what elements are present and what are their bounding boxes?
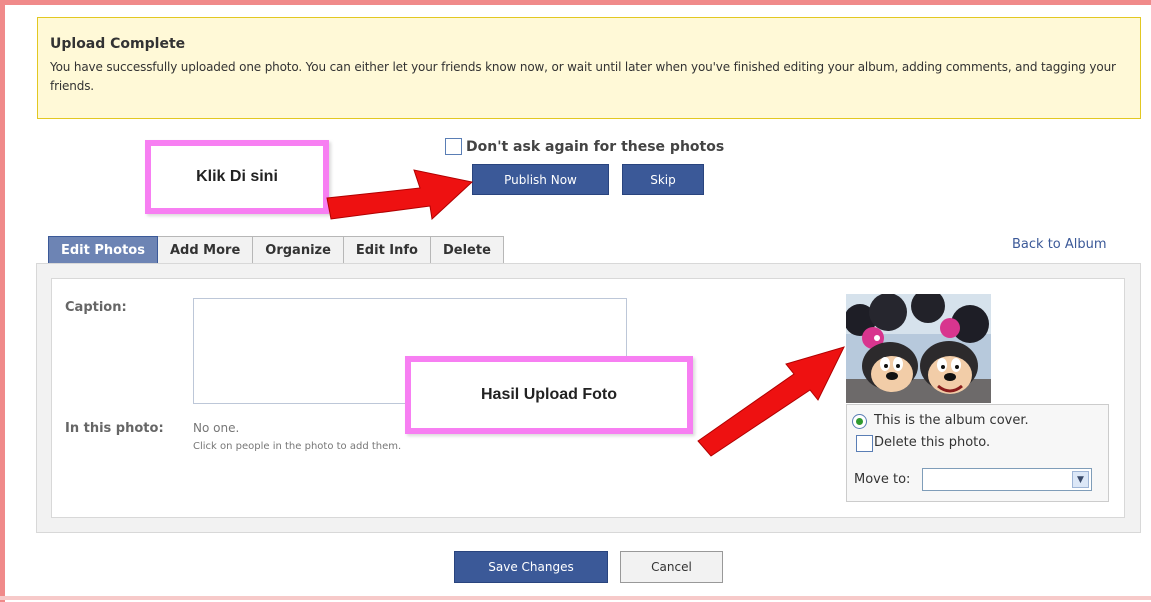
upload-result-callout: Hasil Upload Foto (405, 356, 693, 434)
click-here-callout-text: Klik Di sini (196, 168, 278, 185)
tab-organize[interactable]: Organize (253, 236, 344, 264)
notice-title: Upload Complete (50, 36, 186, 52)
dont-ask-again-option[interactable]: Don't ask again for these photos (445, 138, 724, 155)
move-to-select[interactable]: ▼ (922, 468, 1092, 491)
publish-now-button[interactable]: Publish Now (472, 164, 609, 195)
chevron-down-icon[interactable]: ▼ (1072, 471, 1089, 488)
tab-delete[interactable]: Delete (430, 236, 504, 264)
radio-selected-dot (856, 418, 863, 425)
move-to-label: Move to: (854, 472, 911, 487)
minnie-mouse-photo (846, 294, 991, 403)
album-cover-label: This is the album cover. (874, 413, 1029, 428)
save-changes-button[interactable]: Save Changes (454, 551, 608, 583)
arrow-to-publish-icon (326, 169, 474, 221)
upload-result-callout-text: Hasil Upload Foto (481, 386, 617, 403)
delete-photo-checkbox[interactable] (856, 435, 873, 452)
tab-edit-info[interactable]: Edit Info (343, 236, 431, 264)
album-cover-radio[interactable] (852, 414, 867, 429)
dont-ask-checkbox[interactable] (445, 138, 462, 155)
delete-photo-label: Delete this photo. (874, 435, 991, 450)
skip-button[interactable]: Skip (622, 164, 704, 195)
window-frame-top (0, 0, 1151, 5)
tab-edit-photos[interactable]: Edit Photos (48, 236, 158, 264)
tag-hint: Click on people in the photo to add them… (193, 441, 402, 452)
dont-ask-label: Don't ask again for these photos (466, 138, 725, 155)
click-here-callout: Klik Di sini (145, 140, 329, 214)
window-frame-bottom (0, 596, 1151, 600)
cancel-button[interactable]: Cancel (620, 551, 723, 583)
back-to-album-link[interactable]: Back to Album (1012, 237, 1107, 252)
edit-tabs: Edit Photos Add More Organize Edit Info … (48, 236, 504, 264)
upload-complete-notice: Upload Complete You have successfully up… (37, 17, 1141, 119)
in-this-photo-value: No one. (193, 421, 240, 435)
notice-body: You have successfully uploaded one photo… (50, 60, 1116, 93)
window-frame-left (0, 0, 5, 602)
tab-add-more[interactable]: Add More (157, 236, 254, 264)
in-this-photo-label: In this photo: (65, 421, 164, 436)
caption-label: Caption: (65, 300, 127, 315)
photo-thumbnail[interactable] (846, 294, 991, 403)
